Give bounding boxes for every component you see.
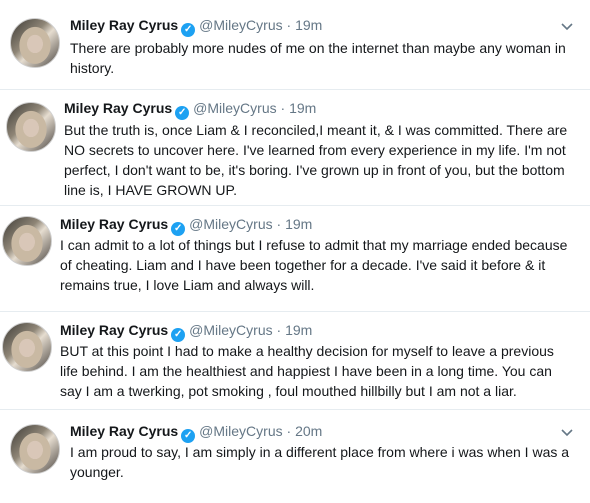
user-handle[interactable]: @MileyCyrus <box>199 423 282 439</box>
timestamp[interactable]: 19m <box>295 17 322 33</box>
separator-dot: · <box>280 100 286 116</box>
tweet-header: Miley Ray Cyrus ✓ @MileyCyrus · 19m <box>64 99 316 120</box>
tweet[interactable]: Miley Ray Cyrus ✓ @MileyCyrus · 19m I can … <box>0 206 590 312</box>
tweet-header: Miley Ray Cyrus ✓ @MileyCyrus · 19m <box>70 16 322 37</box>
tweet[interactable]: Miley Ray Cyrus ✓ @MileyCyrus · 19m There … <box>0 0 590 90</box>
user-handle[interactable]: @MileyCyrus <box>199 17 282 33</box>
timestamp[interactable]: 19m <box>285 322 312 338</box>
verified-badge-icon: ✓ <box>175 106 190 120</box>
avatar[interactable] <box>2 322 52 372</box>
display-name[interactable]: Miley Ray Cyrus <box>64 100 172 116</box>
verified-badge-icon: ✓ <box>171 328 186 342</box>
avatar[interactable] <box>2 216 52 266</box>
tweet-text: But the truth is, once Liam & I reconcil… <box>64 122 568 198</box>
avatar[interactable] <box>10 424 60 474</box>
timestamp[interactable]: 20m <box>295 423 322 439</box>
separator-dot: · <box>286 423 292 439</box>
tweet[interactable]: Miley Ray Cyrus ✓ @MileyCyrus · 19m BUT at… <box>0 312 590 410</box>
display-name[interactable]: Miley Ray Cyrus <box>70 17 178 33</box>
tweet-header: Miley Ray Cyrus ✓ @MileyCyrus · 20m <box>70 422 322 443</box>
separator-dot: · <box>276 216 282 232</box>
tweet-header: Miley Ray Cyrus ✓ @MileyCyrus · 19m <box>60 321 312 342</box>
chevron-down-icon[interactable] <box>560 426 574 440</box>
separator-dot: · <box>276 322 282 338</box>
chevron-down-icon[interactable] <box>560 20 574 34</box>
tweet[interactable]: Miley Ray Cyrus ✓ @MileyCyrus · 19m But th… <box>0 90 590 206</box>
separator-dot: · <box>286 17 292 33</box>
display-name[interactable]: Miley Ray Cyrus <box>70 423 178 439</box>
tweet-text: There are probably more nudes of me on t… <box>70 40 566 76</box>
verified-badge-icon: ✓ <box>181 23 196 37</box>
tweet-text: I can admit to a lot of things but I ref… <box>60 237 568 293</box>
timestamp[interactable]: 19m <box>285 216 312 232</box>
verified-badge-icon: ✓ <box>171 222 186 236</box>
timestamp[interactable]: 19m <box>289 100 316 116</box>
avatar[interactable] <box>6 102 56 152</box>
user-handle[interactable]: @MileyCyrus <box>193 100 276 116</box>
avatar[interactable] <box>10 18 60 68</box>
verified-badge-icon: ✓ <box>181 429 196 443</box>
tweet[interactable]: Miley Ray Cyrus ✓ @MileyCyrus · 20m I am p… <box>0 410 590 503</box>
display-name[interactable]: Miley Ray Cyrus <box>60 216 168 232</box>
tweet-header: Miley Ray Cyrus ✓ @MileyCyrus · 19m <box>60 215 312 236</box>
user-handle[interactable]: @MileyCyrus <box>189 322 272 338</box>
display-name[interactable]: Miley Ray Cyrus <box>60 322 168 338</box>
user-handle[interactable]: @MileyCyrus <box>189 216 272 232</box>
tweet-text: I am proud to say, I am simply in a diff… <box>70 444 570 480</box>
tweet-text: BUT at this point I had to make a health… <box>60 343 554 399</box>
